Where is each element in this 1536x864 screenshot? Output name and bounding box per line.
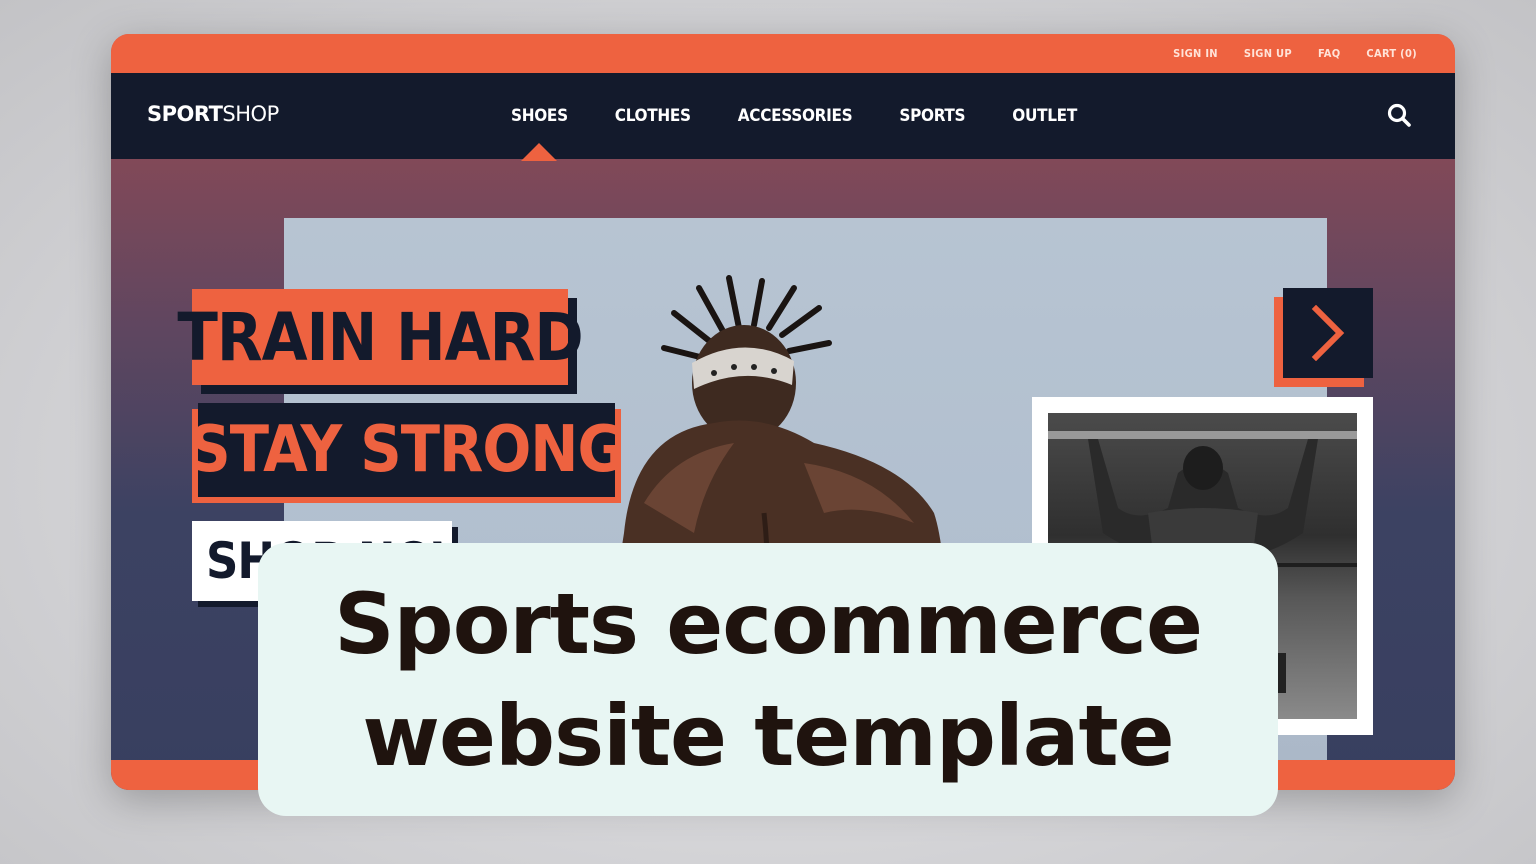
headline-stay-strong: STAY STRONG (189, 403, 625, 497)
nav-item-clothes[interactable]: CLOTHES (615, 73, 691, 159)
sign-up-link[interactable]: SIGN UP (1244, 47, 1292, 60)
nav-item-sports[interactable]: SPORTS (899, 73, 965, 159)
utility-bar: SIGN IN SIGN UP FAQ CART (0) (111, 34, 1455, 73)
logo-bold-text: SPORT (147, 102, 223, 126)
main-navbar: SPORTSHOP SHOES CLOTHES ACCESSORIES SPOR… (111, 73, 1455, 159)
caption-banner: Sports ecommerce website template (258, 543, 1278, 816)
headline-train-hard: TRAIN HARD (177, 289, 584, 385)
sign-in-link[interactable]: SIGN IN (1173, 47, 1218, 60)
nav-item-shoes[interactable]: SHOES (511, 73, 568, 159)
nav-item-outlet[interactable]: OUTLET (1012, 73, 1077, 159)
chevron-right-icon (1311, 305, 1345, 361)
search-icon[interactable] (1385, 101, 1415, 131)
caption-line-2: website template (362, 686, 1174, 785)
faq-link[interactable]: FAQ (1318, 47, 1340, 60)
logo[interactable]: SPORTSHOP (147, 102, 279, 126)
cart-link[interactable]: CART (0) (1366, 47, 1417, 60)
logo-rest-text: SHOP (222, 102, 279, 126)
nav-item-accessories[interactable]: ACCESSORIES (738, 73, 853, 159)
caption-line-1: Sports ecommerce (334, 574, 1203, 673)
nav-menu: SHOES CLOTHES ACCESSORIES SPORTS OUTLET (511, 73, 1124, 159)
next-slide-button[interactable] (1283, 288, 1373, 378)
